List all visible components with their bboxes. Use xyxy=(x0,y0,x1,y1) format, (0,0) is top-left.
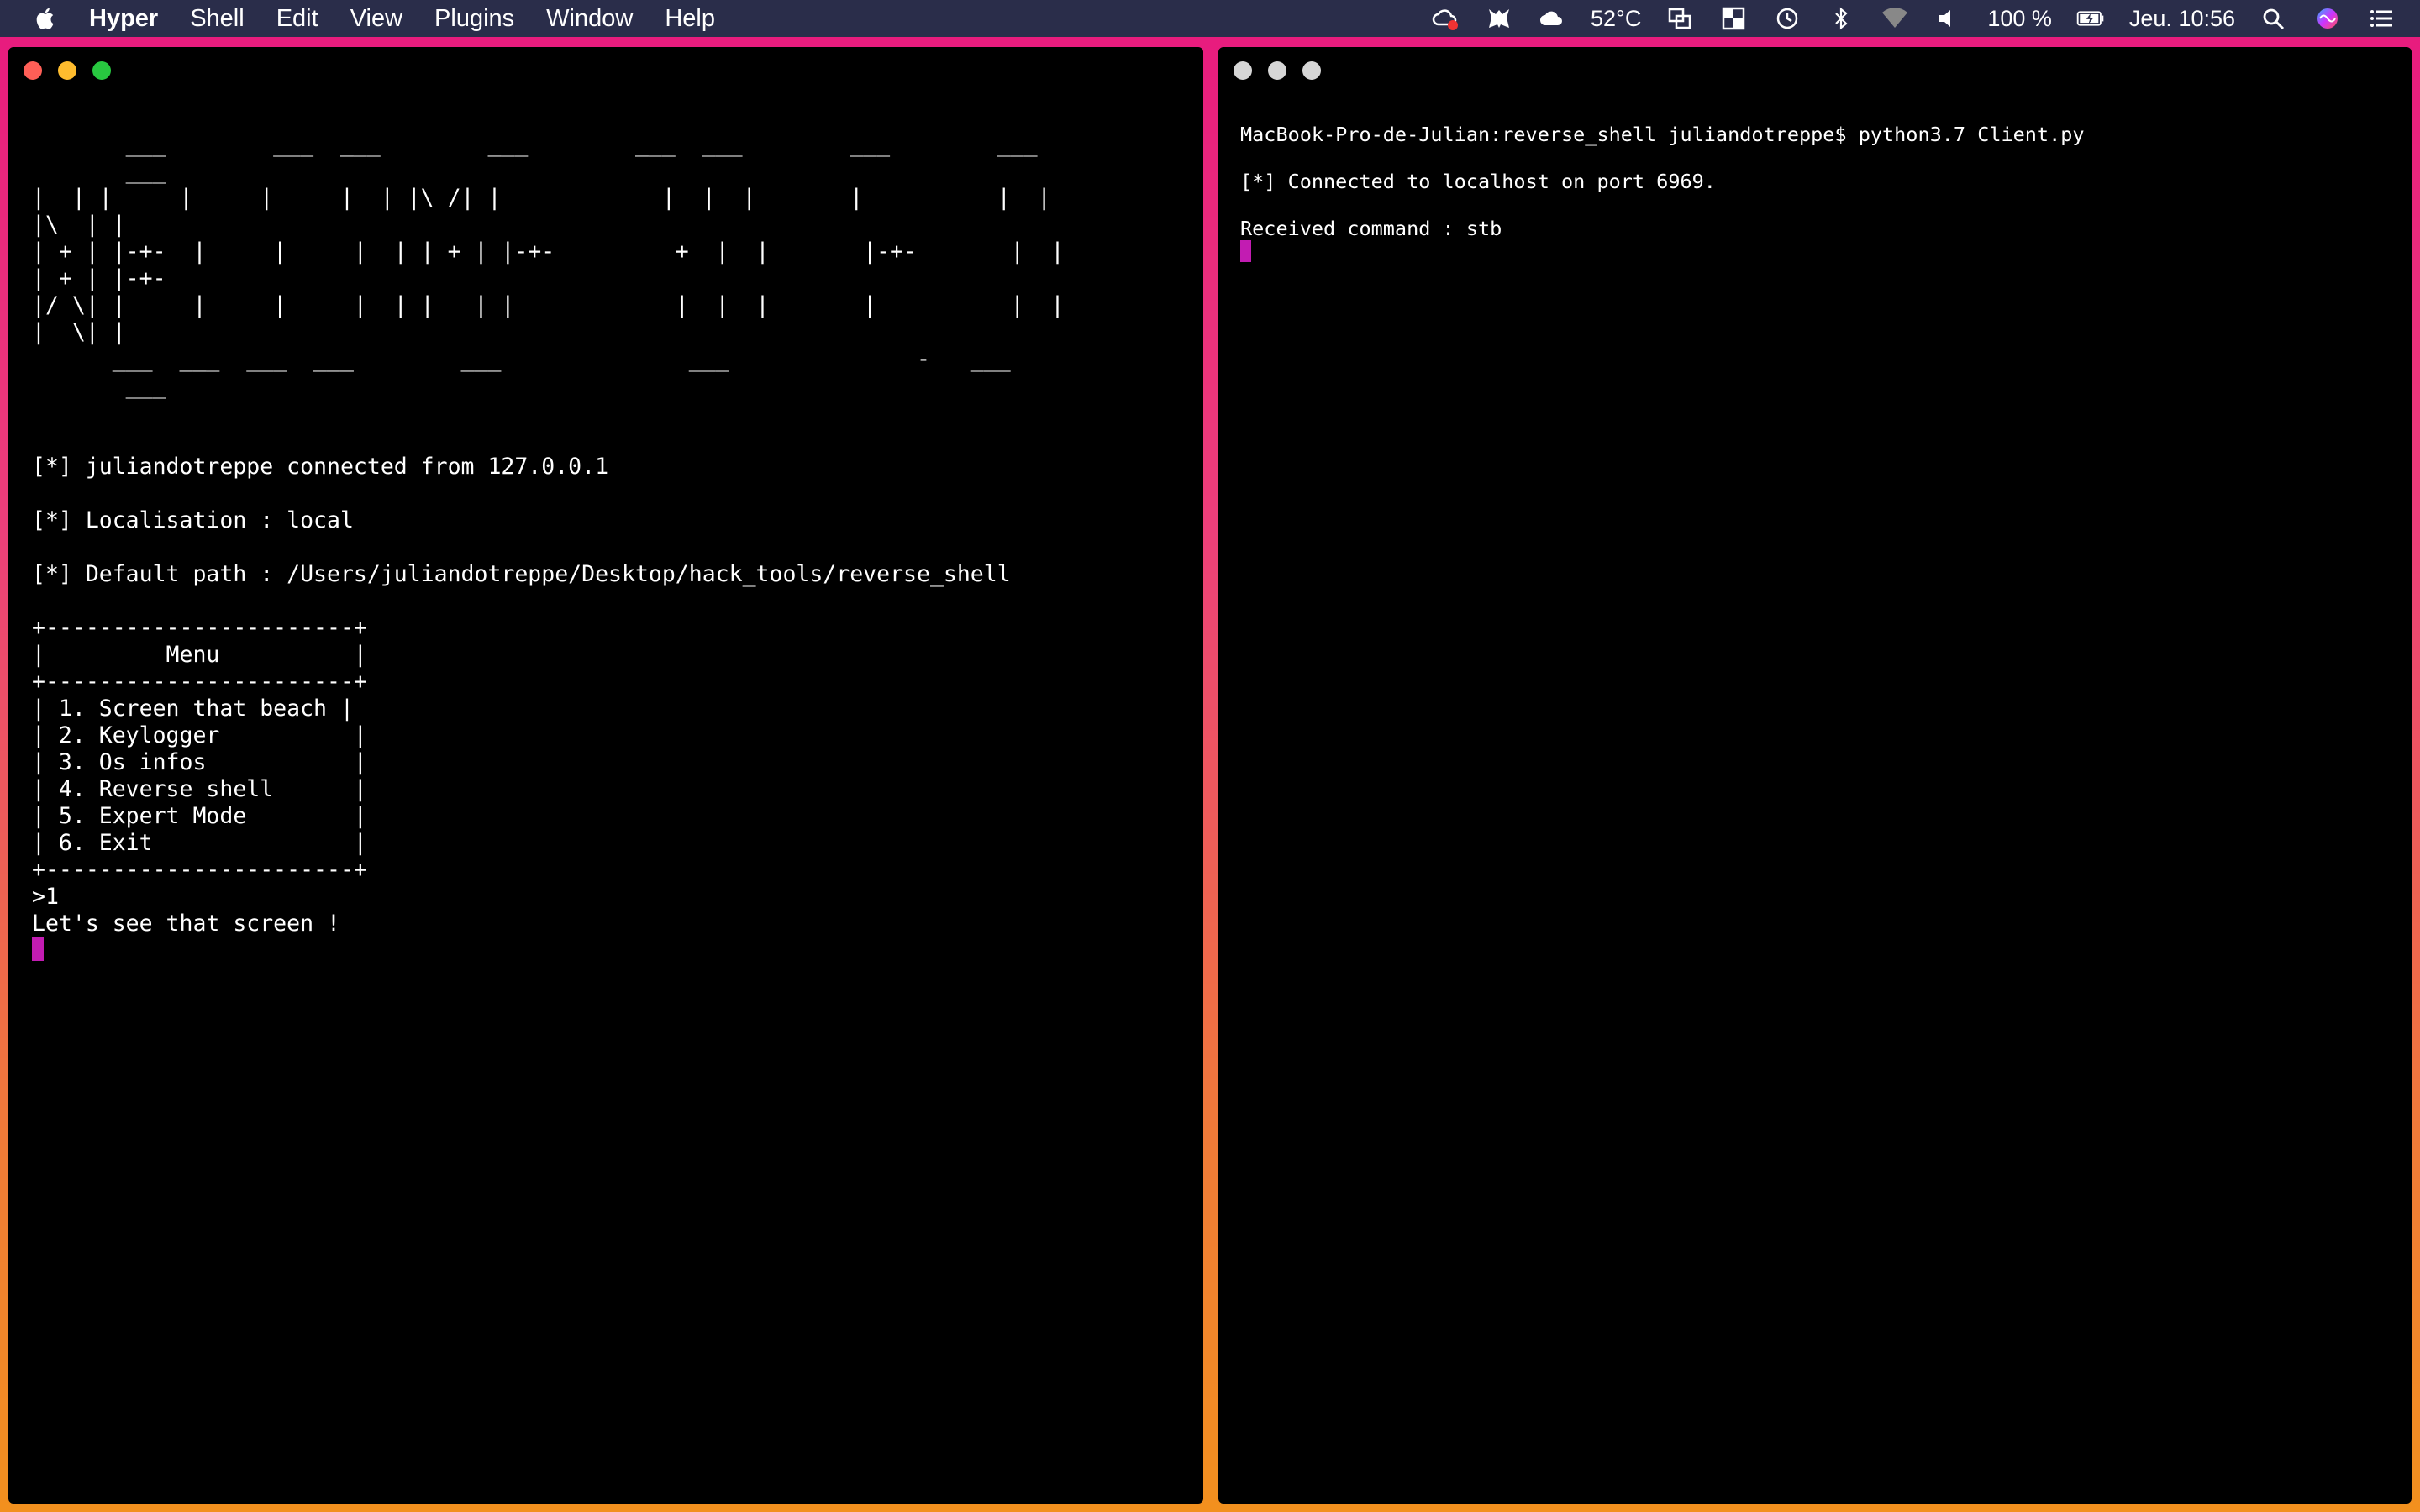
weather-cloud-icon[interactable] xyxy=(1537,5,1567,32)
menu-item-reverse-shell: | 4. Reverse shell | xyxy=(32,776,367,802)
window-controls xyxy=(1234,61,1321,80)
banner-line: | + | |-+- | | | | | + | |-+- + | | |-+-… xyxy=(32,239,1065,265)
response-line: Let's see that screen ! xyxy=(32,911,340,937)
menu-border-bottom: +-----------------------+ xyxy=(32,857,367,883)
screen-capture-icon[interactable] xyxy=(1665,5,1695,32)
bluetooth-icon[interactable] xyxy=(1826,5,1856,32)
banner-line: ___ xyxy=(32,373,166,399)
menu-border-mid: +-----------------------+ xyxy=(32,669,367,695)
menu-bar: Hyper Shell Edit View Plugins Window Hel… xyxy=(0,0,2420,37)
banner-line: ___ xyxy=(32,158,166,184)
clock-label[interactable]: Jeu. 10:56 xyxy=(2129,6,2235,32)
terminal-output-left: ___ ___ ___ ___ ___ ___ ___ ___ ___ | | … xyxy=(32,131,1065,964)
terminal-pane-right[interactable]: MacBook-Pro-de-Julian:reverse_shell juli… xyxy=(1218,47,2412,1504)
app-menu-hyper[interactable]: Hyper xyxy=(89,5,158,33)
banner-line: | | | | | | | |\ /| | | | | | | | xyxy=(32,185,1051,211)
menu-help[interactable]: Help xyxy=(665,5,715,33)
terminal-cursor[interactable] xyxy=(1240,240,1251,262)
menu-item-keylogger: | 2. Keylogger | xyxy=(32,722,367,748)
volume-icon[interactable] xyxy=(1933,5,1964,32)
apple-logo-icon[interactable] xyxy=(32,4,60,33)
status-area: 52°C 100 % Jeu. 10:56 xyxy=(1429,5,2396,32)
temperature-label: 52°C xyxy=(1591,5,1642,31)
menu-plugins[interactable]: Plugins xyxy=(434,5,514,33)
menu-title: | Menu | xyxy=(32,642,367,668)
banner-line: | + | |-+- xyxy=(32,265,166,291)
minimize-button[interactable] xyxy=(1268,61,1286,80)
terminal-cursor[interactable] xyxy=(32,937,44,961)
window-controls xyxy=(24,61,111,80)
creative-cloud-icon[interactable] xyxy=(1429,5,1460,32)
menu-edit[interactable]: Edit xyxy=(276,5,318,33)
siri-icon[interactable] xyxy=(2312,5,2343,32)
time-machine-icon[interactable] xyxy=(1772,5,1802,32)
banner-line: |\ | | xyxy=(32,212,126,238)
banner-line: |/ \| | | | | | | | | | | | | | | xyxy=(32,292,1065,318)
close-button[interactable] xyxy=(1234,61,1252,80)
connection-status: [*] Connected to localhost on port 6969. xyxy=(1240,170,1716,193)
command-line: MacBook-Pro-de-Julian:reverse_shell juli… xyxy=(1240,123,2085,146)
banner-line: | \| | xyxy=(32,319,126,345)
wifi-icon[interactable] xyxy=(1880,5,1910,32)
menu-view[interactable]: View xyxy=(350,5,402,33)
menu-shell[interactable]: Shell xyxy=(190,5,245,33)
menu-item-expert-mode: | 5. Expert Mode | xyxy=(32,803,367,829)
default-path-line: [*] Default path : /Users/juliandotreppe… xyxy=(32,561,1011,587)
banner-line: ___ ___ ___ ___ ___ ___ - ___ xyxy=(32,346,1011,372)
received-command-line: Received command : stb xyxy=(1240,217,1502,240)
close-button[interactable] xyxy=(24,61,42,80)
control-center-icon[interactable] xyxy=(2366,5,2396,32)
prompt-input: >1 xyxy=(32,884,59,910)
battery-percentage: 100 % xyxy=(1987,5,2052,31)
zoom-button[interactable] xyxy=(1302,61,1321,80)
connection-status: [*] juliandotreppe connected from 127.0.… xyxy=(32,454,609,480)
localisation-line: [*] Localisation : local xyxy=(32,507,354,533)
search-icon[interactable] xyxy=(2259,5,2289,32)
menu-item-screen: | 1. Screen that beach | xyxy=(32,696,354,722)
window-manager-icon[interactable] xyxy=(1718,5,1749,32)
battery-charging-icon[interactable] xyxy=(2075,5,2106,32)
terminal-pane-left[interactable]: ___ ___ ___ ___ ___ ___ ___ ___ ___ | | … xyxy=(8,47,1203,1504)
terminal-output-right: MacBook-Pro-de-Julian:reverse_shell juli… xyxy=(1240,123,2085,264)
menu-window[interactable]: Window xyxy=(546,5,633,33)
dragon-app-icon[interactable] xyxy=(1483,5,1513,32)
banner-line: ___ ___ ___ ___ ___ ___ ___ ___ xyxy=(32,131,1038,157)
minimize-button[interactable] xyxy=(58,61,76,80)
menu-item-exit: | 6. Exit | xyxy=(32,830,367,856)
menu-item-os-infos: | 3. Os infos | xyxy=(32,749,367,775)
zoom-button[interactable] xyxy=(92,61,111,80)
menu-border-top: +-----------------------+ xyxy=(32,615,367,641)
